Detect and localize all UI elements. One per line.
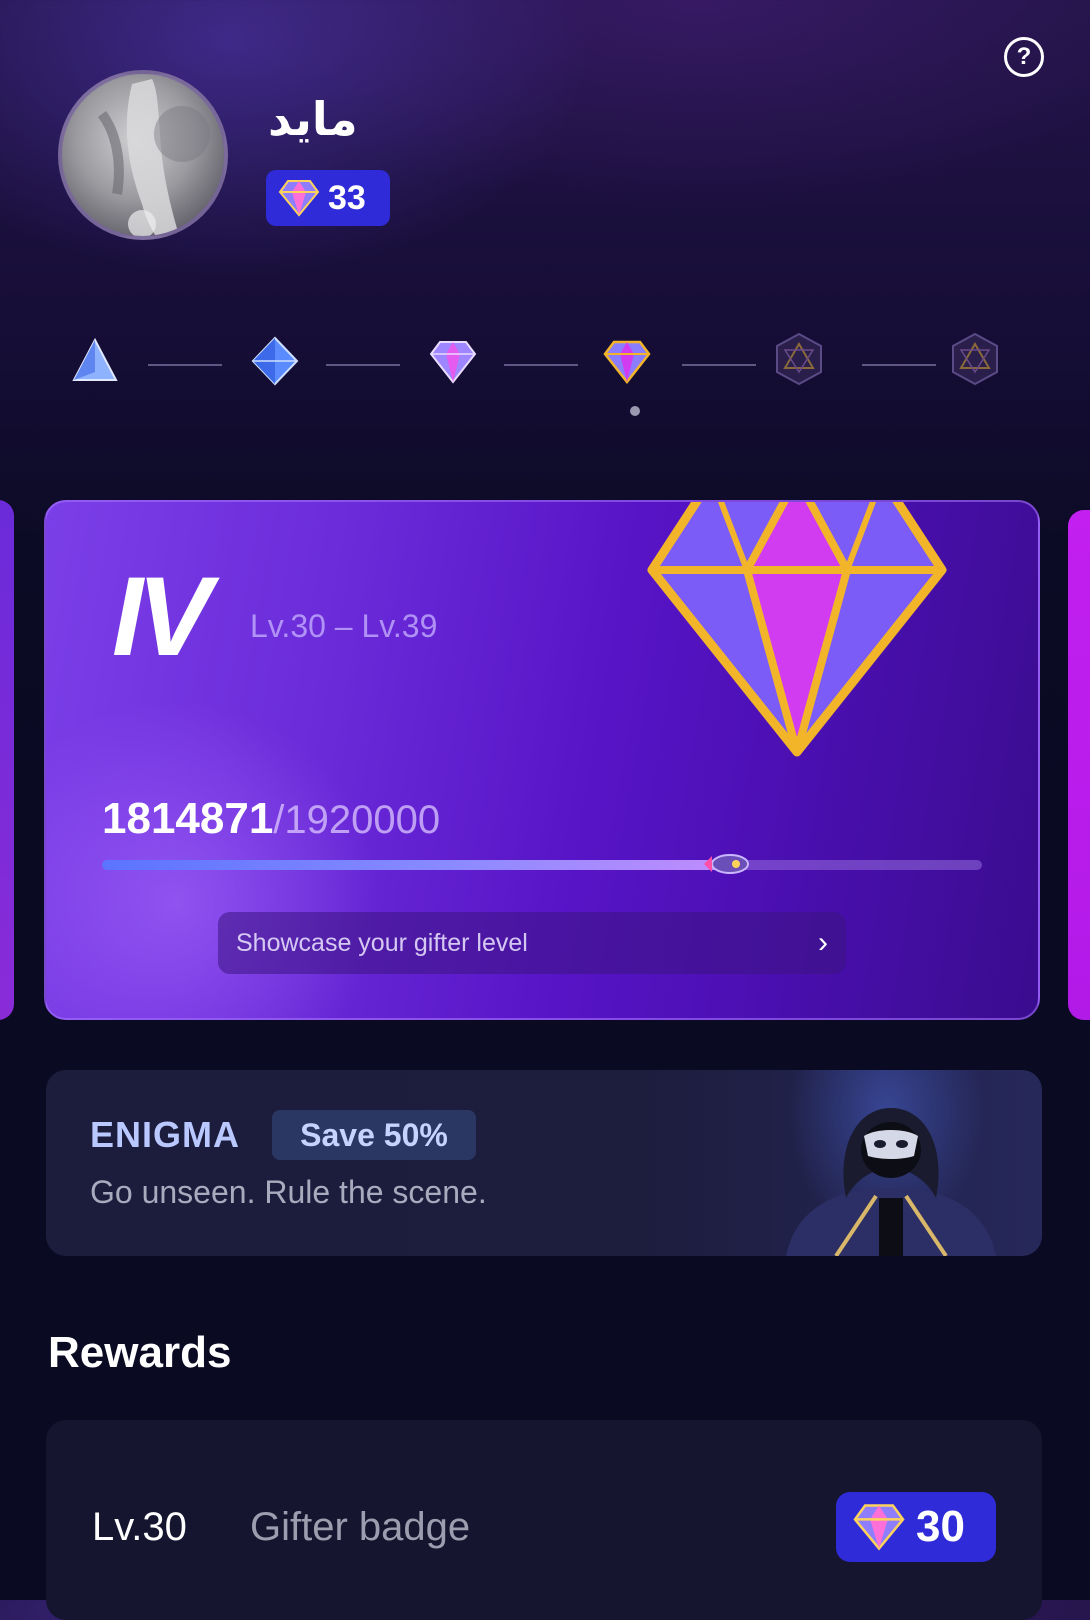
reward-name: Gifter badge — [250, 1505, 471, 1549]
progress-fill — [102, 860, 730, 870]
chevron-right-icon: › — [818, 926, 828, 959]
tier-roman-numeral: IV — [112, 554, 212, 679]
reward-value: 30 — [916, 1502, 965, 1551]
track-connector — [682, 364, 756, 366]
rewards-heading: Rewards — [48, 1328, 232, 1377]
help-button[interactable]: ? — [1004, 37, 1044, 77]
rocket-icon — [704, 854, 749, 874]
avatar-image — [97, 79, 210, 236]
tier-gem-icon — [647, 502, 947, 757]
reward-value-badge: 30 — [836, 1492, 996, 1562]
hooded-masked-figure-icon — [786, 1108, 996, 1256]
progress-bar — [102, 860, 982, 870]
question-circle-icon: ? — [1016, 43, 1032, 70]
gem-count-badge: 33 — [266, 170, 390, 226]
progress-current: 1814871 — [102, 794, 274, 843]
gem-icon — [853, 1504, 905, 1551]
promo-title: ENIGMA — [90, 1114, 240, 1155]
tier-2-diamond-icon[interactable] — [250, 336, 300, 386]
tier-card[interactable]: IV Lv.30 – Lv.39 1814871/1920000 Showcas… — [44, 500, 1040, 1020]
track-connector — [504, 364, 578, 366]
gem-count: 33 — [328, 178, 366, 217]
next-tier-card[interactable] — [1068, 510, 1090, 1020]
previous-tier-card[interactable] — [0, 500, 14, 1020]
track-connector — [148, 364, 222, 366]
avatar[interactable] — [58, 70, 228, 240]
showcase-label: Showcase your gifter level — [236, 928, 528, 957]
tier-5-locked-icon[interactable] — [772, 332, 826, 386]
tier-1-triangle-icon[interactable] — [70, 336, 120, 386]
reward-level: Lv.30 — [92, 1505, 187, 1549]
gem-icon — [278, 180, 320, 217]
progress-readout: 1814871/1920000 — [102, 794, 440, 844]
tier-3-gem-icon[interactable] — [428, 336, 478, 386]
current-tier-indicator — [630, 406, 640, 416]
tier-6-locked-icon[interactable] — [948, 332, 1002, 386]
tier-level-range: Lv.30 – Lv.39 — [250, 608, 438, 644]
enigma-promo-banner[interactable]: ENIGMA Save 50% Go unseen. Rule the scen… — [46, 1070, 1042, 1256]
progress-total: /1920000 — [273, 798, 441, 842]
promo-discount-badge: Save 50% — [272, 1110, 476, 1160]
promo-subtitle: Go unseen. Rule the scene. — [90, 1174, 487, 1210]
track-connector — [862, 364, 936, 366]
track-connector — [326, 364, 400, 366]
tier-4-gem-icon[interactable] — [602, 336, 652, 386]
username: مايد — [268, 92, 358, 146]
showcase-button[interactable]: Showcase your gifter level › — [218, 912, 846, 974]
